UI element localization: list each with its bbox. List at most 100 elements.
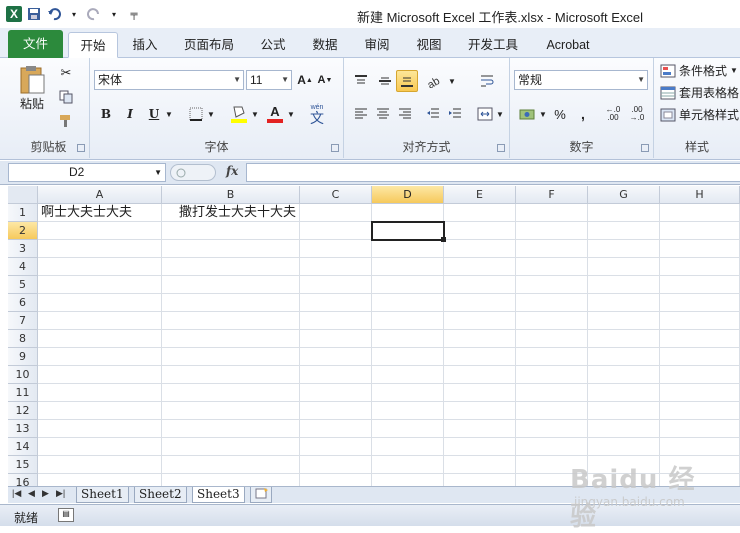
row-header-3[interactable]: 3 <box>8 240 38 258</box>
cell[interactable] <box>38 438 162 456</box>
cell[interactable] <box>660 456 740 474</box>
cell[interactable] <box>660 312 740 330</box>
alignment-launcher-icon[interactable] <box>497 144 505 152</box>
font-color-icon[interactable]: A <box>264 102 286 126</box>
cell[interactable] <box>588 456 660 474</box>
wrap-text-icon[interactable] <box>476 70 498 92</box>
cell[interactable] <box>588 474 660 486</box>
sheet-tab-3[interactable]: Sheet3 <box>192 487 245 503</box>
cell[interactable] <box>300 312 372 330</box>
row-header-7[interactable]: 7 <box>8 312 38 330</box>
cell[interactable] <box>588 312 660 330</box>
sheet-tab-1[interactable]: Sheet1 <box>76 487 129 503</box>
cell[interactable] <box>516 294 588 312</box>
column-header-a[interactable]: A <box>38 186 162 204</box>
cell-a1[interactable]: 啊士大夫士大夫 <box>38 204 162 222</box>
cell[interactable] <box>660 384 740 402</box>
fill-handle[interactable] <box>441 237 446 242</box>
prev-sheet-icon[interactable]: ◀ <box>28 488 35 499</box>
macro-record-icon[interactable]: ▤ <box>58 508 74 522</box>
row-header-15[interactable]: 15 <box>8 456 38 474</box>
cell[interactable] <box>588 348 660 366</box>
cell[interactable] <box>660 474 740 486</box>
row-header-14[interactable]: 14 <box>8 438 38 456</box>
increase-decimal-icon[interactable]: ←.0.00 <box>602 104 624 124</box>
cell[interactable] <box>38 420 162 438</box>
cell[interactable] <box>588 366 660 384</box>
column-header-b[interactable]: B <box>162 186 300 204</box>
cell[interactable] <box>660 420 740 438</box>
cell[interactable] <box>38 330 162 348</box>
insert-function-icon[interactable]: fx <box>226 164 238 178</box>
chevron-down-icon[interactable]: ▼ <box>164 106 174 122</box>
cell[interactable] <box>38 240 162 258</box>
cell[interactable] <box>372 240 444 258</box>
cell[interactable] <box>516 366 588 384</box>
cell[interactable] <box>516 276 588 294</box>
column-header-f[interactable]: F <box>516 186 588 204</box>
row-header-1[interactable]: 1 <box>8 204 38 222</box>
row-header-12[interactable]: 12 <box>8 402 38 420</box>
sheet-tab-2[interactable]: Sheet2 <box>134 487 187 503</box>
select-all-button[interactable] <box>8 186 38 204</box>
cut-icon[interactable]: ✂ <box>56 64 76 82</box>
active-cell-d2[interactable] <box>371 221 445 241</box>
cell[interactable] <box>444 330 516 348</box>
font-name-dropdown[interactable]: 宋体 ▼ <box>94 70 244 90</box>
row-header-5[interactable]: 5 <box>8 276 38 294</box>
next-sheet-icon[interactable]: ▶ <box>42 488 49 499</box>
cell[interactable] <box>162 366 300 384</box>
cell[interactable] <box>444 348 516 366</box>
cell[interactable] <box>444 420 516 438</box>
fill-color-icon[interactable] <box>228 102 250 126</box>
chevron-down-icon[interactable]: ▼ <box>206 106 216 122</box>
cell[interactable] <box>660 330 740 348</box>
cell[interactable] <box>162 348 300 366</box>
orientation-icon[interactable]: ab <box>422 70 450 92</box>
font-size-dropdown[interactable]: 11 ▼ <box>246 70 292 90</box>
chevron-down-icon[interactable]: ▼ <box>448 72 456 90</box>
cell[interactable] <box>516 222 588 240</box>
cell[interactable] <box>660 240 740 258</box>
bold-button[interactable]: B <box>96 104 116 124</box>
cell[interactable] <box>162 294 300 312</box>
align-middle-icon[interactable] <box>374 70 396 92</box>
align-left-icon[interactable] <box>350 104 372 124</box>
cell[interactable] <box>588 384 660 402</box>
cell[interactable] <box>300 240 372 258</box>
cell[interactable] <box>516 240 588 258</box>
chevron-down-icon[interactable]: ▼ <box>286 106 296 122</box>
cell[interactable] <box>162 438 300 456</box>
row-header-2[interactable]: 2 <box>8 222 38 240</box>
cell[interactable] <box>660 258 740 276</box>
row-header-13[interactable]: 13 <box>8 420 38 438</box>
cell[interactable] <box>516 438 588 456</box>
align-bottom-icon[interactable] <box>396 70 418 92</box>
cell[interactable] <box>38 366 162 384</box>
increase-indent-icon[interactable] <box>444 104 466 124</box>
cell[interactable] <box>300 474 372 486</box>
cell[interactable] <box>300 366 372 384</box>
cell[interactable] <box>38 474 162 486</box>
cell[interactable] <box>372 276 444 294</box>
cell[interactable] <box>162 312 300 330</box>
decrease-indent-icon[interactable] <box>422 104 444 124</box>
cell[interactable] <box>660 222 740 240</box>
align-right-icon[interactable] <box>394 104 416 124</box>
number-format-dropdown[interactable]: 常规 ▼ <box>514 70 648 90</box>
name-box[interactable]: D2 ▼ <box>8 163 166 182</box>
cell[interactable] <box>162 240 300 258</box>
cell[interactable] <box>444 384 516 402</box>
format-as-table-button[interactable]: 套用表格格 <box>660 84 739 101</box>
cell[interactable] <box>300 222 372 240</box>
cell[interactable] <box>38 384 162 402</box>
clipboard-launcher-icon[interactable] <box>77 144 85 152</box>
column-header-g[interactable]: G <box>588 186 660 204</box>
cell[interactable] <box>372 348 444 366</box>
cell[interactable] <box>444 366 516 384</box>
cell[interactable] <box>372 366 444 384</box>
cell[interactable] <box>300 402 372 420</box>
cell[interactable] <box>588 222 660 240</box>
cell[interactable] <box>516 204 588 222</box>
cell[interactable] <box>516 348 588 366</box>
